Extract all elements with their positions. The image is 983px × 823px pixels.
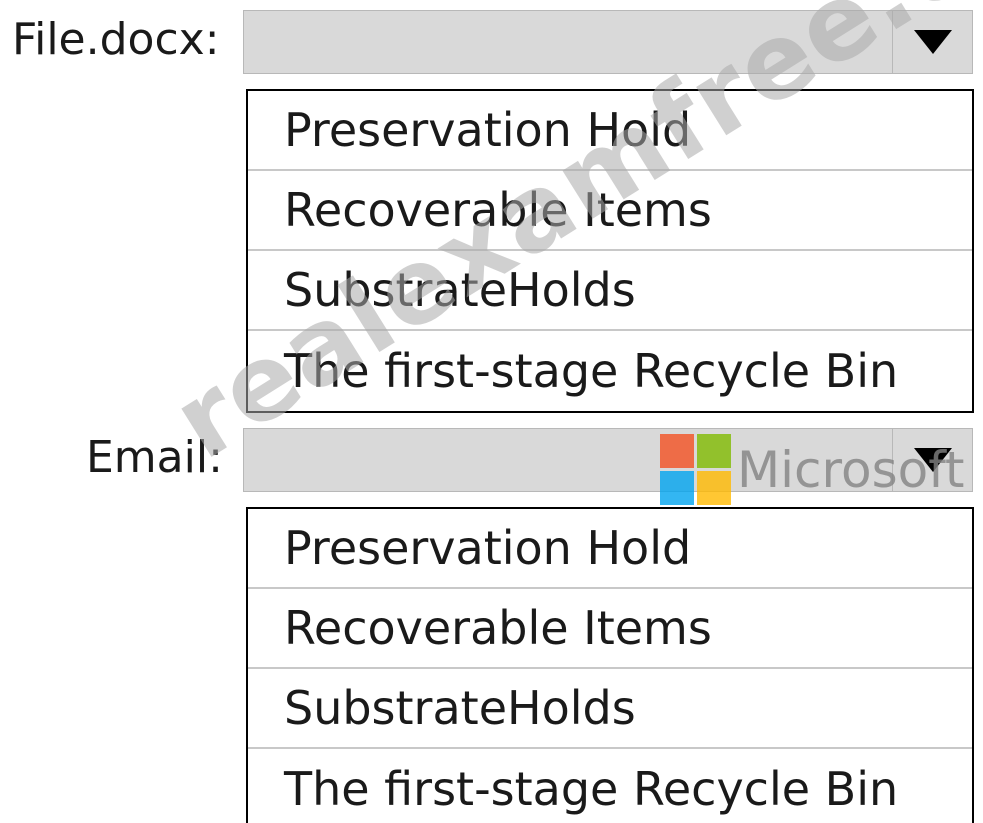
email-dropdown-toggle[interactable] <box>892 429 972 491</box>
file-docx-option-preservation-hold[interactable]: Preservation Hold <box>248 91 972 171</box>
canvas: File.docx: Preservation Hold Recoverable… <box>0 0 983 823</box>
email-option-substrateholds[interactable]: SubstrateHolds <box>248 669 972 749</box>
email-option-first-stage-recycle-bin[interactable]: The first-stage Recycle Bin <box>248 749 972 823</box>
file-docx-label: File.docx: <box>12 14 220 65</box>
file-docx-option-first-stage-recycle-bin[interactable]: The first-stage Recycle Bin <box>248 331 972 411</box>
file-docx-options-list: Preservation Hold Recoverable Items Subs… <box>246 89 974 413</box>
email-options-list: Preservation Hold Recoverable Items Subs… <box>246 507 974 823</box>
triangle-down-icon <box>913 448 952 472</box>
file-docx-dropdown[interactable] <box>243 10 973 74</box>
file-docx-dropdown-toggle[interactable] <box>892 11 972 73</box>
file-docx-option-substrateholds[interactable]: SubstrateHolds <box>248 251 972 331</box>
email-option-recoverable-items[interactable]: Recoverable Items <box>248 589 972 669</box>
email-dropdown[interactable] <box>243 428 973 492</box>
file-docx-option-recoverable-items[interactable]: Recoverable Items <box>248 171 972 251</box>
email-option-preservation-hold[interactable]: Preservation Hold <box>248 509 972 589</box>
triangle-down-icon <box>913 30 952 54</box>
email-label: Email: <box>86 432 223 483</box>
